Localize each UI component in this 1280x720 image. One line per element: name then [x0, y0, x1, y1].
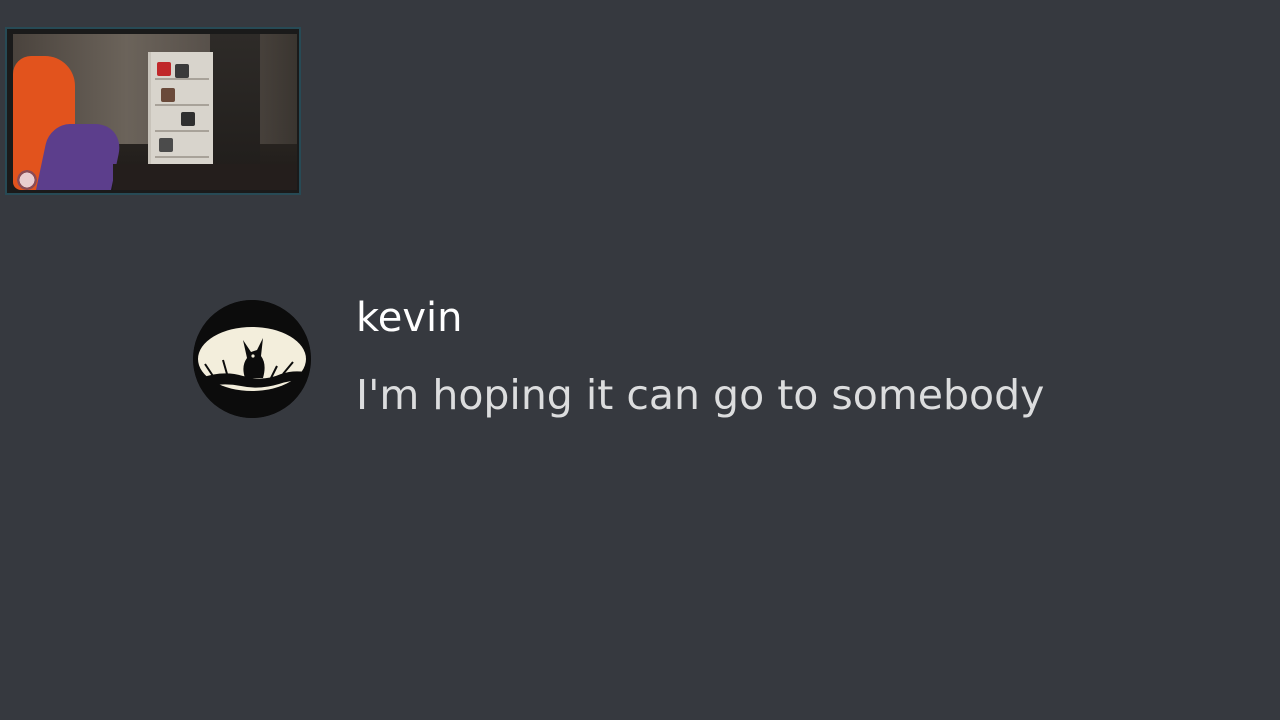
stream-overlay: kevin I'm hoping it can go to somebody — [0, 0, 1280, 720]
message-text: I'm hoping it can go to somebody — [356, 371, 1045, 419]
webcam-image — [13, 34, 297, 190]
streamer-badge-icon — [15, 169, 39, 190]
silhouette-fox-avatar-icon — [193, 300, 311, 418]
webcam-feed — [5, 27, 301, 195]
message-username: kevin — [356, 295, 463, 341]
chat-message: kevin I'm hoping it can go to somebody — [193, 295, 1093, 426]
user-avatar — [193, 300, 311, 418]
